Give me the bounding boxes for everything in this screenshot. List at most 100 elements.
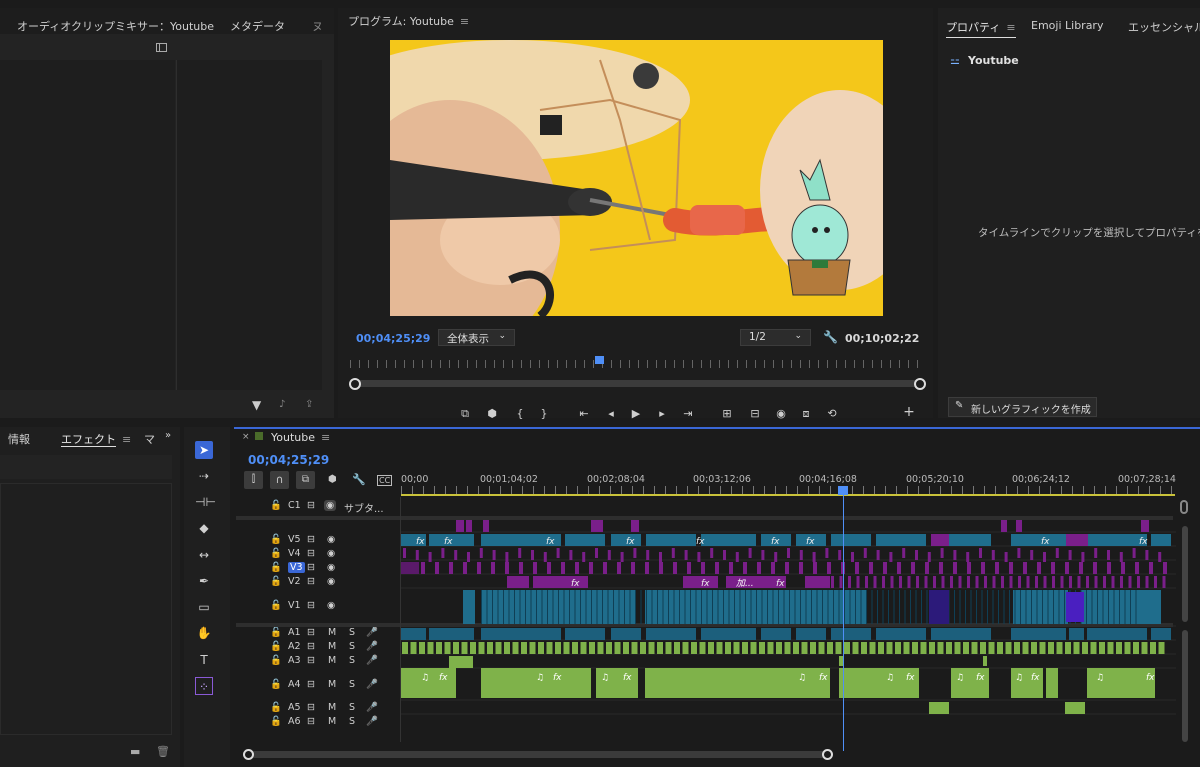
clip[interactable] (723, 550, 726, 560)
mute-button[interactable]: M (328, 679, 336, 690)
clip[interactable] (848, 576, 851, 588)
menu-icon[interactable]: ≡ (122, 433, 131, 446)
clip[interactable] (799, 550, 803, 560)
extract-icon[interactable]: ⊟ (748, 407, 762, 420)
clip-edge[interactable] (882, 590, 884, 624)
clip[interactable] (725, 642, 731, 654)
track-header-v5[interactable]: 🔓 V5 ⊟ ◉ (236, 534, 400, 547)
clip[interactable] (889, 552, 893, 562)
clip[interactable] (435, 562, 439, 574)
clip-edge[interactable] (921, 590, 922, 624)
clip[interactable] (984, 576, 987, 588)
clip[interactable] (863, 548, 867, 558)
clip[interactable] (1087, 628, 1147, 640)
clip[interactable] (1111, 576, 1115, 588)
clip[interactable] (912, 642, 918, 654)
clip[interactable] (1022, 642, 1029, 654)
clip[interactable] (645, 562, 649, 574)
sync-icon[interactable]: ⊟ (307, 702, 315, 713)
mic-icon[interactable]: 🎤 (366, 702, 378, 713)
track-header-a6[interactable]: 🔓 A6 ⊟ M S 🎤 (236, 716, 400, 729)
clip-edge[interactable] (767, 590, 768, 624)
lock-icon[interactable]: 🔓 (270, 702, 282, 713)
clip-edge[interactable] (816, 590, 818, 624)
clip[interactable] (1069, 628, 1084, 640)
clip-edge[interactable] (1124, 590, 1126, 624)
clip[interactable] (873, 576, 877, 588)
solo-button[interactable]: S (349, 702, 355, 713)
clip[interactable] (838, 550, 842, 560)
clip[interactable] (620, 552, 624, 562)
sync-icon[interactable]: ⊟ (307, 655, 315, 666)
clip[interactable] (897, 562, 901, 574)
clip[interactable] (958, 576, 962, 588)
clip-edge[interactable] (629, 590, 631, 624)
clip[interactable] (401, 628, 426, 640)
clip-edge[interactable] (640, 590, 642, 624)
eye-icon[interactable]: ◉ (327, 562, 335, 573)
clip[interactable] (1065, 702, 1085, 714)
timeline-ruler[interactable] (401, 486, 1175, 494)
clip[interactable] (1103, 576, 1106, 588)
clip[interactable] (980, 642, 986, 654)
mark-out-icon[interactable]: } (537, 407, 551, 420)
clip-edge[interactable] (492, 590, 493, 624)
clip[interactable] (710, 548, 714, 558)
clip-edge[interactable] (706, 590, 708, 624)
clip[interactable] (428, 552, 432, 562)
clip[interactable] (682, 642, 689, 654)
clip[interactable] (835, 642, 842, 654)
selection-tool-icon[interactable]: ➤ (195, 441, 213, 459)
clip[interactable] (890, 576, 894, 588)
clip-edge[interactable] (1053, 590, 1054, 624)
clip-edge[interactable] (668, 590, 669, 624)
tab-emoji-library[interactable]: Emoji Library (1031, 19, 1103, 32)
clip[interactable] (939, 562, 943, 574)
sync-icon[interactable]: ⊟ (307, 548, 315, 559)
mute-button[interactable]: M (328, 716, 336, 727)
clip-edge[interactable] (723, 590, 724, 624)
clip-edge[interactable] (822, 590, 823, 624)
clip-edge[interactable] (849, 590, 851, 624)
clip[interactable] (1065, 642, 1071, 654)
clip[interactable] (876, 628, 926, 640)
track-header-v2[interactable]: 🔓 V2 ⊟ ◉ (236, 576, 400, 589)
clip[interactable] (1004, 552, 1008, 562)
solo-button[interactable]: S (349, 641, 355, 652)
clip[interactable] (1048, 642, 1054, 654)
timeline-horizontal-scrollbar[interactable] (243, 749, 833, 760)
clip[interactable] (903, 642, 910, 654)
clip[interactable] (419, 642, 425, 654)
clip[interactable] (729, 562, 733, 574)
sync-icon[interactable]: ⊟ (307, 716, 315, 727)
clip-edge[interactable] (684, 590, 686, 624)
remix-tool-icon[interactable]: ⁘ (195, 677, 213, 695)
clip[interactable] (421, 562, 425, 574)
eye-icon[interactable]: ◉ (327, 576, 335, 587)
clip[interactable] (954, 642, 961, 654)
clip[interactable] (983, 656, 987, 666)
clip-edge[interactable] (783, 590, 785, 624)
clip[interactable] (716, 642, 723, 654)
clip[interactable] (937, 642, 944, 654)
lock-icon[interactable]: 🔓 (270, 562, 282, 573)
eye-icon[interactable]: ◉ (327, 534, 335, 545)
clip[interactable] (402, 642, 408, 654)
tab-audio-clip-mixer[interactable]: オーディオクリップミキサー：Youtube (17, 18, 214, 34)
hand-tool-icon[interactable]: ✋ (195, 624, 213, 642)
clip-edge[interactable] (574, 590, 576, 624)
clip[interactable] (750, 642, 757, 654)
track-header-a1[interactable]: 🔓 A1 ⊟ M S 🎤 (236, 627, 400, 640)
clip[interactable] (478, 642, 485, 654)
clip[interactable] (995, 562, 999, 574)
clip[interactable] (569, 550, 573, 560)
clip-edge[interactable] (1042, 590, 1043, 624)
panel-toggle-icon[interactable] (156, 43, 167, 52)
track-header-v1[interactable]: 🔓 V1 ⊟ ◉ (236, 600, 400, 613)
mark-in-icon[interactable]: { (513, 407, 527, 420)
clip[interactable] (761, 550, 765, 560)
clip[interactable] (461, 642, 468, 654)
clip-edge[interactable] (998, 590, 999, 624)
clip-edge[interactable] (800, 590, 801, 624)
clip[interactable] (466, 520, 472, 532)
